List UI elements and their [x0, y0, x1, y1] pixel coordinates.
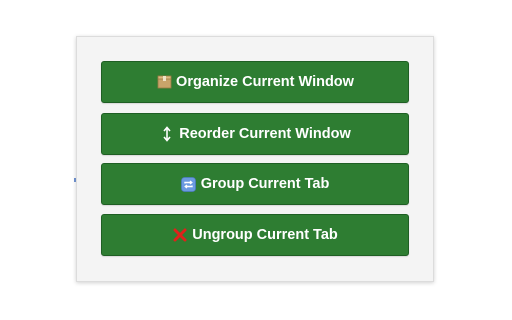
ungroup-tab-button[interactable]: Ungroup Current Tab	[101, 214, 409, 256]
extension-popup: Organize Current Window Reorder Current …	[76, 36, 434, 282]
box-icon	[156, 74, 172, 90]
repeat-icon	[181, 176, 197, 192]
group-tab-label: Group Current Tab	[200, 176, 330, 192]
up-down-arrow-icon	[159, 126, 175, 142]
cross-mark-icon	[172, 227, 188, 243]
reorder-window-button[interactable]: Reorder Current Window	[101, 113, 409, 155]
background-edge-mark	[74, 178, 76, 182]
reorder-window-label: Reorder Current Window	[179, 126, 351, 142]
organize-window-button[interactable]: Organize Current Window	[101, 61, 409, 103]
ungroup-tab-label: Ungroup Current Tab	[192, 227, 338, 243]
group-tab-button[interactable]: Group Current Tab	[101, 163, 409, 205]
organize-window-label: Organize Current Window	[176, 74, 354, 90]
